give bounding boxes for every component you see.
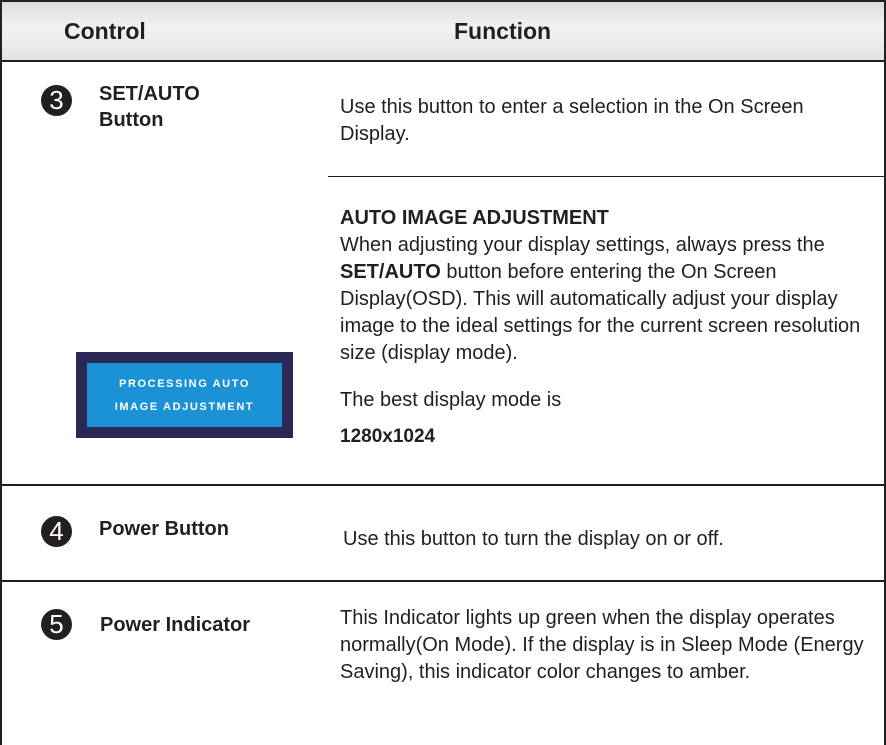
auto-adjust-intro: When adjusting your display settings, al… [340,234,825,256]
best-mode-value: 1280x1024 [340,426,436,447]
row-divider-inner [328,176,884,177]
function-power-button: Use this button to turn the display on o… [343,528,724,550]
osd-line-1: PROCESSING AUTO [119,378,250,390]
osd-line-2: IMAGE ADJUSTMENT [114,401,255,413]
table-header: Control Function [2,2,884,62]
number-3-icon: 3 [41,85,72,116]
row-divider-2 [2,580,884,582]
function-set-auto: Use this button to enter a selection in … [340,96,804,145]
auto-adjust-button-name: SET/AUTO [340,261,441,283]
best-mode-label: The best display mode is [340,389,562,411]
auto-adjust-text: AUTO IMAGE ADJUSTMENT When adjusting you… [340,205,870,367]
table-left-border [0,0,2,745]
osd-message-image: PROCESSING AUTO IMAGE ADJUSTMENT [76,352,293,438]
number-4-icon: 4 [41,516,72,547]
number-5-icon: 5 [41,609,72,640]
manual-page: Control Function 3 SET/AUTO Button Use t… [0,0,886,745]
control-power-button: Power Button [99,518,229,540]
header-function: Function [454,18,552,44]
header-control: Control [64,18,146,44]
control-power-indicator: Power Indicator [100,614,251,636]
auto-adjust-heading: AUTO IMAGE ADJUSTMENT [340,207,609,229]
auto-adjust-body: When adjusting your display settings, al… [340,232,870,367]
function-power-indicator: This Indicator lights up green when the … [340,607,864,683]
control-set-auto: SET/AUTO Button [99,81,200,133]
control-set-auto-line2: Button [99,109,164,131]
row-divider-1 [2,484,884,486]
control-set-auto-line1: SET/AUTO [99,83,200,105]
osd-screen: PROCESSING AUTO IMAGE ADJUSTMENT [87,363,282,427]
